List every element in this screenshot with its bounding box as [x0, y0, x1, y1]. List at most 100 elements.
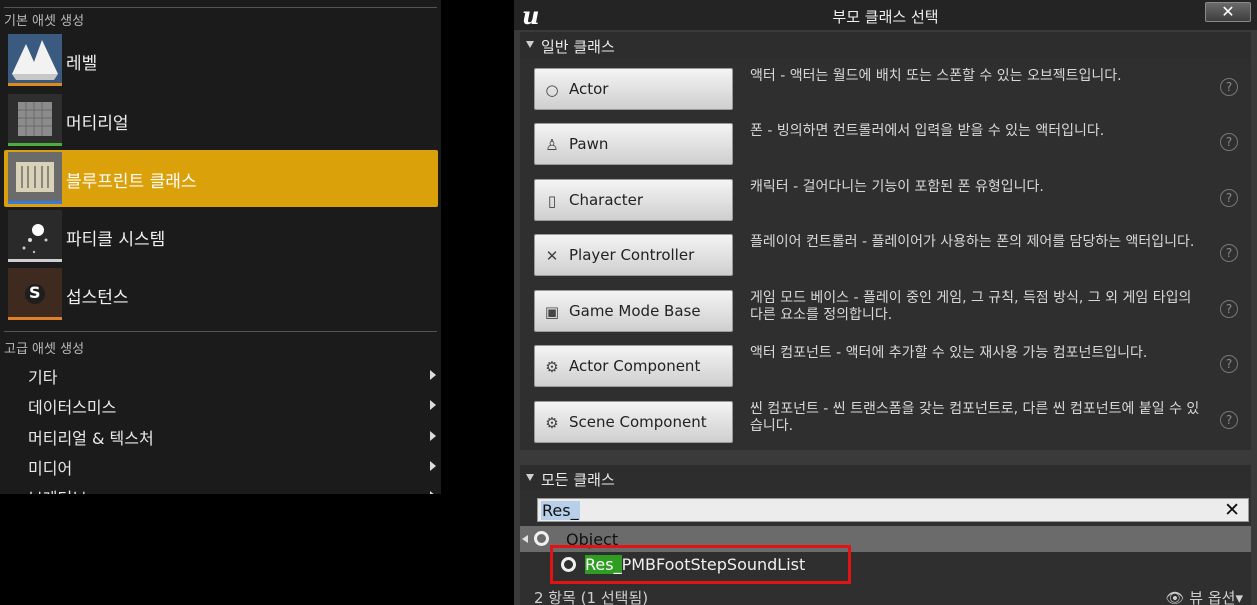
menu-item-level[interactable]: 레벨 — [4, 32, 438, 89]
submenu-materials-textures[interactable]: 머티리얼 & 텍스처 — [4, 421, 438, 451]
submenu-label: 미디어 — [28, 459, 73, 478]
class-search-input[interactable]: Res_ ✕ — [537, 498, 1249, 522]
class-description: 플레이어 컨트롤러 - 플레이어가 사용하는 폰의 제어를 담당하는 액터입니다… — [750, 234, 1195, 250]
substance-icon: S — [8, 268, 62, 320]
class-icon — [534, 531, 549, 546]
menu-item-label: 머티리얼 — [66, 114, 129, 134]
chevron-right-icon — [430, 491, 436, 494]
menu-item-substance[interactable]: S 섭스턴스 — [4, 266, 438, 323]
search-match-highlight: Res_ — [585, 555, 622, 574]
submenu-label: 기타 — [28, 368, 58, 387]
material-icon — [8, 94, 62, 146]
class-name: Scene Component — [569, 413, 707, 431]
class-name: Actor Component — [569, 357, 701, 375]
player-controller-icon: ✕ — [545, 247, 559, 265]
submenu-media[interactable]: 미디어 — [4, 451, 438, 481]
expand-arrow-icon — [526, 474, 534, 481]
submenu-label: 브레더브 — [28, 485, 87, 494]
chevron-right-icon — [430, 370, 436, 380]
divider — [4, 7, 437, 8]
clear-search-icon[interactable]: ✕ — [1224, 499, 1240, 521]
class-row-game-mode-base: ▣ Game Mode Base 게임 모드 베이스 - 플레이 중인 게임, … — [520, 280, 1251, 335]
game-mode-base-class-button[interactable]: ▣ Game Mode Base — [534, 290, 733, 332]
class-row-actor-component: ⚙ Actor Component 액터 컴포넌트 - 액터에 추가할 수 있는… — [520, 335, 1251, 390]
particle-icon — [8, 210, 62, 262]
substance-glyph: S — [29, 283, 41, 302]
scene-component-icon: ⚙ — [545, 414, 559, 432]
actor-class-button[interactable]: ○ Actor — [534, 68, 733, 110]
divider — [4, 331, 437, 332]
menu-item-label: 레벨 — [66, 54, 98, 74]
submenu-label: 데이터스미스 — [28, 398, 117, 417]
player-controller-class-button[interactable]: ✕ Player Controller — [534, 234, 733, 276]
advanced-assets-header: 고급 애셋 생성 — [4, 342, 85, 357]
category-label: 일반 클래스 — [541, 38, 615, 56]
menu-item-blueprint-class[interactable]: 블루프린트 클래스 — [4, 150, 438, 207]
actor-component-class-button[interactable]: ⚙ Actor Component — [534, 345, 733, 387]
help-icon[interactable]: ? — [1220, 411, 1238, 429]
chevron-right-icon — [430, 461, 436, 471]
submenu-datasmith[interactable]: 데이터스미스 — [4, 390, 438, 420]
class-name: Pawn — [569, 135, 609, 153]
class-name: Character — [569, 191, 644, 209]
help-icon[interactable]: ? — [1220, 78, 1238, 96]
basic-assets-header: 기본 애셋 생성 — [4, 14, 85, 29]
common-classes-header[interactable]: 일반 클래스 — [520, 32, 1251, 58]
tree-item-res-pmbfootstepsoundlist[interactable]: Res_PMBFootStepSoundList — [550, 545, 851, 584]
pawn-icon: ♙ — [545, 136, 559, 154]
class-description: 씬 컴포넌트 - 씬 트랜스폼을 갖는 컴포넌트로, 다른 씬 컴포넌트에 붙일… — [750, 401, 1200, 434]
class-description: 액터 컴포넌트 - 액터에 추가할 수 있는 재사용 가능 컴포넌트입니다. — [750, 345, 1148, 361]
class-row-scene-component: ⚙ Scene Component 씬 컴포넌트 - 씬 트랜스폼을 갖는 컴포… — [520, 391, 1251, 446]
all-classes-header[interactable]: 모든 클래스 — [520, 465, 1251, 491]
tree-item-label-rest: PMBFootStepSoundList — [621, 555, 806, 574]
help-icon[interactable]: ? — [1220, 355, 1238, 373]
item-count-status: 2 항목 (1 선택됨) — [534, 589, 649, 605]
class-row-character: ▯ Character 캐릭터 - 걸어다니는 기능이 포함된 폰 유형입니다.… — [520, 169, 1251, 224]
game-mode-icon: ▣ — [544, 303, 560, 321]
class-name: Actor — [569, 80, 609, 98]
tree-item-label: Res_PMBFootStepSoundList — [585, 555, 805, 574]
class-icon — [561, 557, 576, 572]
class-description: 폰 - 빙의하면 컨트롤러에서 입력을 받을 수 있는 액터입니다. — [750, 123, 1105, 139]
menu-item-material[interactable]: 머티리얼 — [4, 92, 438, 149]
submenu-partial[interactable]: 브레더브 — [4, 481, 438, 494]
pawn-class-button[interactable]: ♙ Pawn — [534, 123, 733, 165]
level-icon — [8, 34, 62, 86]
submenu-misc[interactable]: 기타 — [4, 360, 438, 390]
common-classes-panel: ○ Actor 액터 - 액터는 월드에 배치 또는 스폰할 수 있는 오브젝트… — [520, 58, 1251, 450]
menu-item-label: 파티클 시스템 — [66, 230, 166, 250]
create-asset-menu: 기본 애셋 생성 레벨 머티리얼 블루프린트 클래스 파티클 시스템 S 섭스턴… — [0, 0, 441, 494]
close-button[interactable]: ✕ — [1205, 2, 1251, 22]
collapse-arrow-icon — [522, 535, 528, 543]
actor-icon: ○ — [545, 81, 559, 99]
category-label: 모든 클래스 — [541, 471, 615, 489]
chevron-right-icon — [430, 400, 436, 410]
class-description: 게임 모드 베이스 - 플레이 중인 게임, 그 규칙, 득점 방식, 그 외 … — [750, 290, 1192, 323]
character-icon: ▯ — [547, 192, 557, 210]
class-description: 액터 - 액터는 월드에 배치 또는 스폰할 수 있는 오브젝트입니다. — [750, 68, 1122, 84]
menu-item-particle-system[interactable]: 파티클 시스템 — [4, 208, 438, 265]
character-class-button[interactable]: ▯ Character — [534, 179, 733, 221]
search-text: Res_ — [541, 501, 580, 520]
class-name: Player Controller — [569, 246, 695, 264]
class-row-actor: ○ Actor 액터 - 액터는 월드에 배치 또는 스폰할 수 있는 오브젝트… — [520, 58, 1251, 113]
class-row-player-controller: ✕ Player Controller 플레이어 컨트롤러 - 플레이어가 사용… — [520, 224, 1251, 279]
class-row-pawn: ♙ Pawn 폰 - 빙의하면 컨트롤러에서 입력을 받을 수 있는 액터입니다… — [520, 113, 1251, 168]
menu-item-label: 블루프린트 클래스 — [66, 172, 197, 192]
all-classes-panel: Res_ ✕ Object Res_PMBFootStepSoundList 2… — [520, 490, 1251, 605]
help-icon[interactable]: ? — [1220, 300, 1238, 318]
help-icon[interactable]: ? — [1220, 189, 1238, 207]
help-icon[interactable]: ? — [1220, 244, 1238, 262]
view-options-button[interactable]: 👁 뷰 옵션▾ — [1165, 587, 1243, 605]
expand-arrow-icon — [526, 41, 534, 48]
blueprint-icon — [8, 152, 62, 204]
dialog-title: 부모 클래스 선택 — [832, 8, 939, 26]
submenu-label: 머티리얼 & 텍스처 — [28, 429, 154, 448]
class-description: 캐릭터 - 걸어다니는 기능이 포함된 폰 유형입니다. — [750, 179, 1044, 195]
title-bar: u 부모 클래스 선택 ✕ — [514, 0, 1257, 30]
help-icon[interactable]: ? — [1220, 133, 1238, 151]
scene-component-class-button[interactable]: ⚙ Scene Component — [534, 401, 733, 443]
pick-parent-class-dialog: u 부모 클래스 선택 ✕ 일반 클래스 ○ Actor 액터 - 액터는 월드… — [514, 0, 1257, 605]
menu-item-label: 섭스턴스 — [66, 288, 129, 308]
class-name: Game Mode Base — [569, 302, 701, 320]
